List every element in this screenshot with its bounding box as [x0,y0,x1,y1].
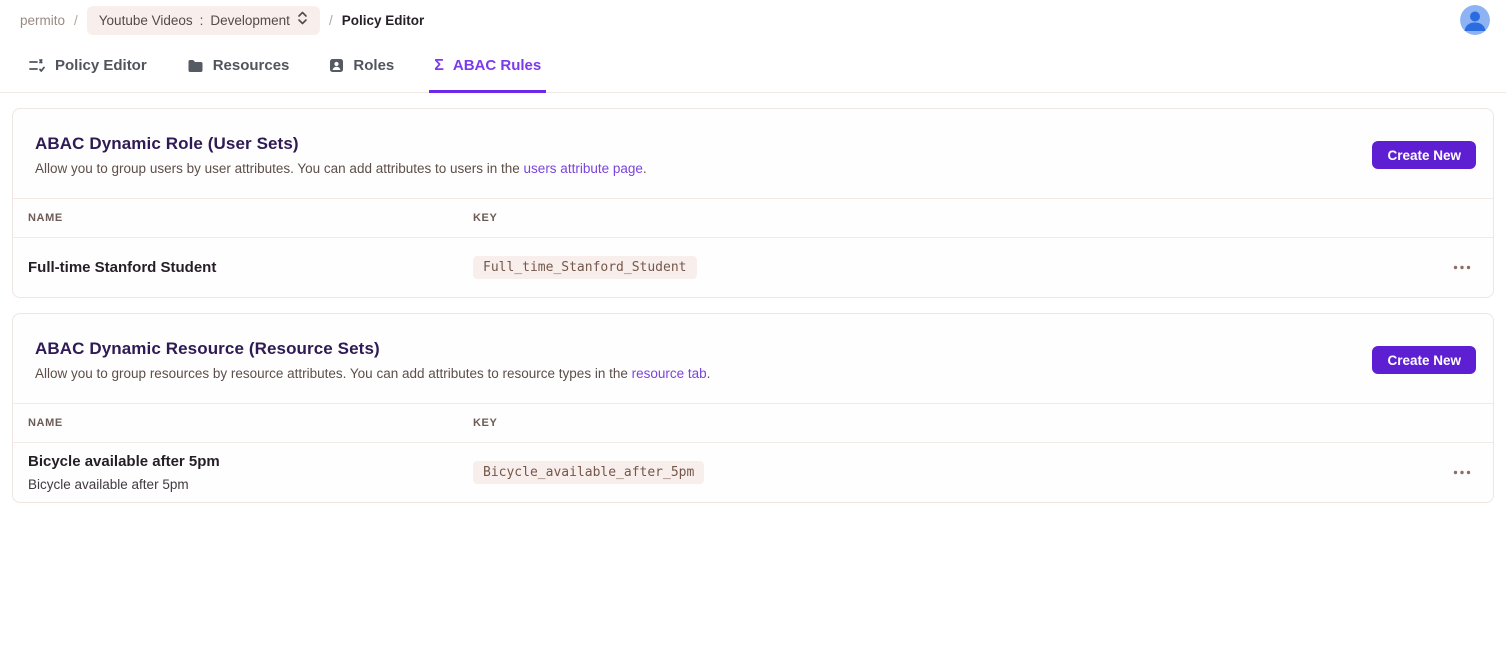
row-actions-menu-button[interactable] [1447,464,1477,481]
resource-set-name: Bicycle available after 5pm [28,453,473,470]
project-name: Youtube Videos [99,13,193,28]
tab-abac-rules[interactable]: Σ ABAC Rules [429,43,546,93]
user-set-key: Full_time_Stanford_Student [473,256,697,279]
card-title: ABAC Dynamic Resource (Resource Sets) [35,339,710,359]
resource-set-key: Bicycle_available_after_5pm [473,461,704,484]
user-avatar[interactable] [1460,5,1490,35]
description-text: . [643,161,647,176]
project-env-colon: : [200,13,204,28]
table-header: Name Key [13,198,1493,238]
policy-rules-icon [29,58,46,73]
column-header-name: Name [13,212,473,224]
project-environment-selector[interactable]: Youtube Videos : Development [87,6,320,35]
column-header-name: Name [13,417,473,429]
resource-sets-card: ABAC Dynamic Resource (Resource Sets) Al… [12,313,1494,503]
description-text: Allow you to group resources by resource… [35,366,632,381]
create-new-user-set-button[interactable]: Create New [1372,141,1476,169]
user-avatar-icon [1460,5,1490,35]
sigma-icon: Σ [434,58,444,74]
tab-policy-editor[interactable]: Policy Editor [24,43,152,93]
user-sets-card-header: ABAC Dynamic Role (User Sets) Allow you … [13,109,1493,198]
tab-label: Roles [353,57,394,74]
resource-tab-link[interactable]: resource tab [632,366,707,381]
table-row[interactable]: Full-time Stanford Student Full_time_Sta… [13,238,1493,297]
card-title: ABAC Dynamic Role (User Sets) [35,134,647,154]
row-actions-menu-button[interactable] [1447,259,1477,276]
roles-badge-icon [329,58,344,73]
table-header: Name Key [13,403,1493,443]
breadcrumb-separator: / [329,13,333,28]
card-description: Allow you to group resources by resource… [35,366,710,381]
environment-name: Development [210,13,290,28]
card-description: Allow you to group users by user attribu… [35,161,647,176]
breadcrumb: permito / Youtube Videos : Development /… [0,0,1506,40]
tab-resources[interactable]: Resources [182,43,295,93]
tab-roles[interactable]: Roles [324,43,399,93]
resource-set-description: Bicycle available after 5pm [28,477,473,492]
column-header-key: Key [473,212,1431,224]
tab-label: Resources [213,57,290,74]
table-row[interactable]: Bicycle available after 5pm Bicycle avai… [13,443,1493,502]
user-set-name: Full-time Stanford Student [28,259,473,276]
tab-bar: Policy Editor Resources Roles Σ ABAC Rul… [0,40,1506,93]
tab-label: ABAC Rules [453,57,541,74]
column-header-key: Key [473,417,1431,429]
description-text: . [707,366,711,381]
create-new-resource-set-button[interactable]: Create New [1372,346,1476,374]
breadcrumb-separator: / [74,13,78,28]
breadcrumb-org-link[interactable]: permito [20,13,65,28]
ellipsis-icon [1453,265,1471,270]
users-attribute-page-link[interactable]: users attribute page [524,161,643,176]
breadcrumb-current-page: Policy Editor [342,13,425,28]
description-text: Allow you to group users by user attribu… [35,161,524,176]
chevron-up-down-icon [297,11,308,30]
ellipsis-icon [1453,470,1471,475]
tab-label: Policy Editor [55,57,147,74]
resource-sets-card-header: ABAC Dynamic Resource (Resource Sets) Al… [13,314,1493,403]
user-sets-card: ABAC Dynamic Role (User Sets) Allow you … [12,108,1494,298]
folder-icon [187,59,204,73]
